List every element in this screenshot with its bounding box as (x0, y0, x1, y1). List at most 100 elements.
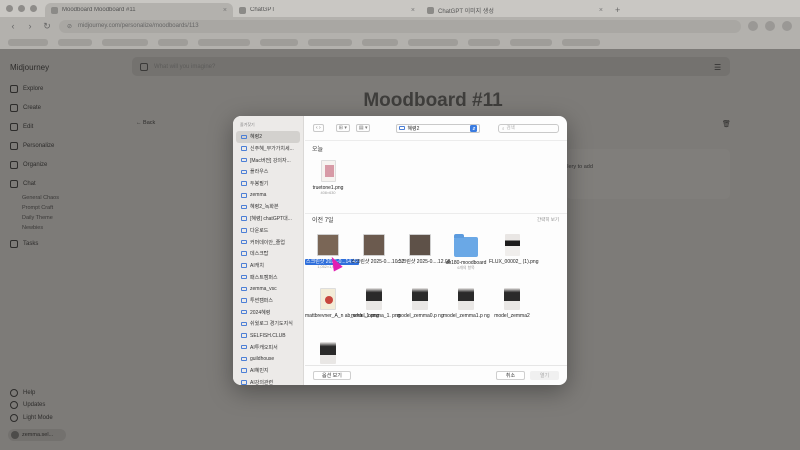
bookmark-item[interactable] (362, 38, 398, 46)
app-logo[interactable]: Midjourney (10, 63, 49, 72)
show-options-button[interactable]: 옵션 보기 (313, 371, 351, 380)
sidebar-folder-item[interactable]: guildhouse (236, 353, 300, 365)
sidebar-item-tasks[interactable]: Tasks (10, 240, 38, 248)
sidebar-folder-label: 데스크탑 (250, 251, 269, 258)
moodboard-drop-zone[interactable] (566, 149, 730, 199)
browser-tab-moodboard[interactable]: Moodboard Moodboard #11 × (45, 3, 233, 17)
file-item[interactable]: 스크린샷 2025-0....12.08 (397, 234, 450, 265)
extension-icon[interactable] (748, 21, 758, 31)
zoom-window-button[interactable] (30, 5, 37, 12)
sidebar-folder-item[interactable]: 다운로드 (236, 225, 300, 237)
sidebar-item-personalize[interactable]: Personalize (10, 142, 54, 150)
forward-arrow-icon[interactable]: › (25, 21, 35, 31)
folder-icon (241, 193, 247, 198)
sidebar-folder-item[interactable]: AI투캐오피서 (236, 341, 300, 353)
sidebar-folder-item[interactable]: SELFISH.CLUB (236, 330, 300, 342)
sidebar-folder-item[interactable]: 플라우스 (236, 166, 300, 178)
bookmark-item[interactable] (408, 38, 458, 46)
sidebar-item-light-mode[interactable]: Light Mode (10, 414, 53, 422)
sidebar-folder-item[interactable]: 2024혜령 (236, 306, 300, 318)
sidebar-folder-item[interactable]: AI강의관련 (236, 376, 300, 385)
sidebar-folder-item[interactable]: zemma (236, 189, 300, 201)
chat-channel-prompt-craft[interactable]: Prompt Craft (22, 205, 53, 211)
back-arrow-icon[interactable]: ‹ (8, 21, 18, 31)
back-nav-button[interactable]: ‹ › (313, 124, 324, 132)
sidebar-folder-item[interactable]: [혜령] chatGPT대... (236, 213, 300, 225)
browser-tab-chatgpt[interactable]: ChatGPT × (233, 3, 421, 17)
sidebar-item-organize[interactable]: Organize (10, 161, 47, 169)
icon-view-button[interactable]: ⊞ ▾ (335, 124, 350, 132)
settings-sliders-icon[interactable]: ☰ (714, 63, 721, 72)
bookmark-item[interactable] (308, 38, 352, 46)
bookmark-item[interactable] (58, 38, 92, 46)
folder-icon (241, 368, 247, 373)
bookmark-item[interactable] (198, 38, 250, 46)
trash-icon[interactable]: 🗑 (722, 120, 731, 128)
file-item[interactable]: mattbrevner_A_n ab_who...1.png (305, 288, 379, 319)
sidebar-item-updates[interactable]: Updates (10, 401, 45, 409)
sidebar-folder-item[interactable]: 두봉필기 (236, 178, 300, 190)
browser-tab-chatgpt-image[interactable]: ChatGPT 이미지 생성 × (421, 3, 609, 17)
dialog-search-input[interactable]: ⌕ 검색 (498, 123, 559, 133)
sidebar-folder-label: 쉬웠로그 경기도지식 (250, 321, 293, 328)
bookmark-item[interactable] (260, 38, 298, 46)
sidebar-item-edit[interactable]: Edit (10, 123, 33, 131)
chat-channel-daily-theme[interactable]: Daily Theme (22, 215, 53, 221)
file-item[interactable]: 스크린샷 2025-0...14.42 1,052×1,078 (305, 234, 360, 270)
sidebar-folder-item[interactable]: 커머데이안_졸업 (236, 236, 300, 248)
favicon-icon (239, 6, 246, 14)
bookmark-item[interactable] (158, 38, 188, 46)
image-icon[interactable] (140, 62, 148, 71)
file-item[interactable]: model_zemma2 (489, 288, 535, 319)
file-item[interactable]: truetone1.png 408×630 (305, 160, 351, 196)
close-tab-icon[interactable]: × (411, 7, 415, 14)
user-menu[interactable]: zemma.sel... (8, 429, 66, 441)
close-tab-icon[interactable]: × (599, 7, 603, 14)
reload-icon[interactable]: ↻ (42, 21, 52, 32)
sidebar-folder-item[interactable]: 데스크탑 (236, 248, 300, 260)
file-item[interactable]: model_zemma0.p ng (397, 288, 444, 319)
sidebar-item-help[interactable]: Help (10, 389, 35, 397)
show-less-link[interactable]: 간략히 보기 (537, 217, 559, 223)
sidebar-folder-item[interactable]: 투썬캠퍼스 (236, 295, 300, 307)
open-button[interactable]: 열기 (530, 371, 559, 380)
file-item[interactable]: 스크린샷 2025-0....10.32 (351, 234, 404, 265)
url-field[interactable]: ⊘ midjourney.com/personalize/moodboards/… (59, 19, 741, 33)
bookmark-item[interactable] (102, 38, 148, 46)
sidebar-folder-item[interactable]: 혜령2_녹화본 (236, 201, 300, 213)
path-selector[interactable]: 혜령2 ⇵ (396, 123, 481, 133)
sidebar-folder-item[interactable]: [Mac버전] 강의자... (236, 154, 300, 166)
chat-channel-general-chaos[interactable]: General Chaos (22, 195, 59, 201)
file-item[interactable]: model_zemma1.p ng (443, 288, 490, 319)
sidebar-folder-item[interactable]: 혜령2 (236, 131, 300, 143)
bookmark-item[interactable] (562, 38, 600, 46)
profile-icon[interactable] (765, 21, 775, 31)
folder-item[interactable]: ab180-moodboard 6개의 항목 (443, 234, 489, 271)
menu-icon[interactable] (782, 21, 792, 31)
back-button[interactable]: ← Back (136, 120, 155, 126)
minimize-window-button[interactable] (18, 5, 25, 12)
sidebar-folder-item[interactable]: 패스트캠퍼스 (236, 271, 300, 283)
file-item[interactable]: model_zemma_1. png (351, 288, 400, 319)
chat-channel-newbies[interactable]: Newbies (22, 225, 43, 231)
sidebar-folder-item[interactable]: AI캐치 (236, 260, 300, 272)
bookmark-item[interactable] (468, 38, 500, 46)
sidebar-folder-item[interactable]: 신주혜_부가가치세... (236, 143, 300, 155)
bookmark-item[interactable] (510, 38, 552, 46)
file-item[interactable]: FLUX_00002_ (1).png (489, 234, 538, 265)
sidebar-folder-item[interactable]: zemma_vsc (236, 283, 300, 295)
close-tab-icon[interactable]: × (223, 7, 227, 14)
sidebar-item-explore[interactable]: Explore (10, 85, 43, 93)
new-tab-icon[interactable]: + (615, 5, 620, 15)
close-window-button[interactable] (6, 5, 13, 12)
image-thumbnail (320, 160, 336, 182)
bookmark-item[interactable] (8, 38, 48, 46)
sidebar-folder-item[interactable]: AI혜민지 (236, 365, 300, 377)
imagine-prompt-bar[interactable]: What will you imagine? (132, 57, 730, 76)
sidebar-item-create[interactable]: Create (10, 104, 41, 112)
sidebar-folder-item[interactable]: 쉬웠로그 경기도지식 (236, 318, 300, 330)
group-view-button[interactable]: ▤ ▾ (355, 124, 371, 132)
cancel-button[interactable]: 취소 (496, 371, 525, 380)
sidebar-item-chat[interactable]: Chat (10, 180, 36, 188)
file-item[interactable] (305, 342, 351, 364)
